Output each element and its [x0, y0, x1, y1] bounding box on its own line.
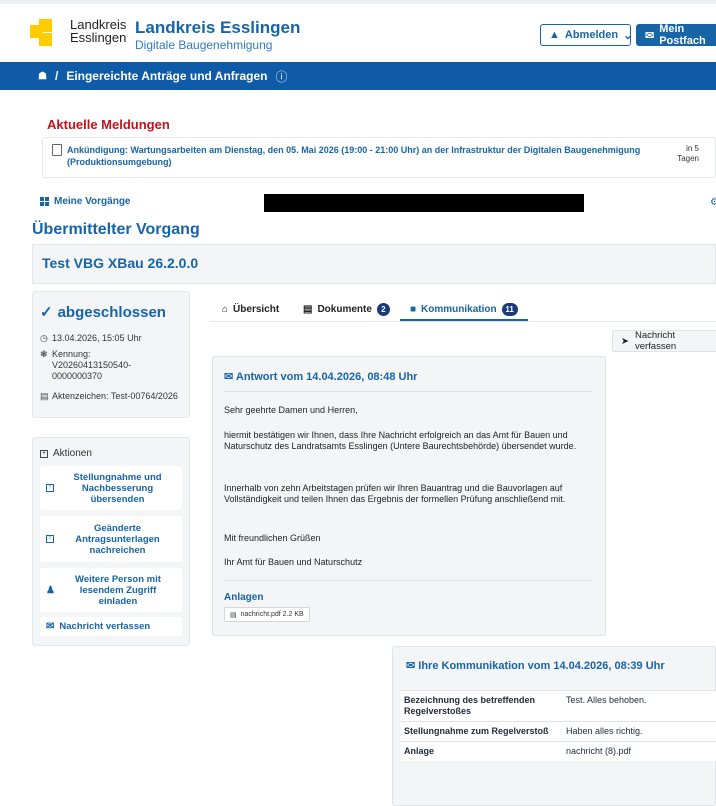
file-icon: ▤	[230, 611, 237, 619]
document-icon	[52, 144, 62, 156]
divider	[224, 580, 592, 581]
pdf-icon: ▤	[303, 303, 313, 315]
tab-overview[interactable]: ⌂ Übersicht	[222, 298, 279, 320]
mailbox-button[interactable]: ✉ Mein Postfach	[636, 23, 716, 47]
settings-icon[interactable]: ⚙	[710, 197, 716, 208]
news-item-time: in 5 Tagen	[677, 144, 699, 163]
home-icon[interactable]: ☗	[38, 71, 47, 82]
attachment-link[interactable]: ▤ nachricht.pdf 2.2 KB	[224, 607, 310, 622]
upload-icon: ↑	[46, 484, 54, 492]
invite-person-button[interactable]: ♟ Weitere Person mit lesendem Zugriff ei…	[40, 568, 182, 612]
send-icon: ➤	[621, 335, 629, 347]
count-badge: 2	[376, 302, 390, 316]
mail-open-icon: ✉	[224, 371, 234, 383]
checkmark-icon: ✓	[40, 304, 53, 321]
home-outline-icon: ⌂	[222, 303, 229, 315]
plus-square-icon: +	[40, 449, 48, 458]
chat-icon: ■	[410, 303, 417, 315]
logout-button[interactable]: ▲ Abmelden ⌄	[540, 24, 633, 46]
submission-date: ◷ 13.04.2026, 15:05 Uhr	[40, 333, 142, 343]
attachments-title: Anlagen	[224, 592, 264, 603]
tab-divider	[210, 321, 716, 322]
status-label: ✓ abgeschlossen	[40, 303, 166, 322]
message-sender: Ihr Amt für Bauen und Naturschutz	[224, 557, 363, 567]
news-item-link[interactable]: Ankündigung: Wartungsarbeiten am Diensta…	[67, 144, 667, 168]
site-subtitle: Digitale Baugenehmigung	[135, 38, 273, 52]
page-title: Übermittelter Vorgang	[32, 221, 200, 238]
fingerprint-icon: ❃	[40, 349, 48, 359]
compose-message-button[interactable]: ➤ Nachricht verfassen	[612, 330, 716, 352]
site-title[interactable]: Landkreis Esslingen	[135, 18, 300, 38]
actions-title: + Aktionen	[40, 448, 92, 459]
mail-icon: ✉	[645, 29, 655, 42]
file-reference: ▤ Aktenzeichen: Test-00764/2026	[40, 391, 178, 401]
compose-message-button[interactable]: ✉ Nachricht verfassen	[40, 617, 182, 636]
tab-communication[interactable]: ■ Kommunikation 11	[410, 298, 518, 320]
case-id: ❃ Kennung: V20260413150540-0000000370	[40, 349, 132, 381]
breadcrumb-separator: /	[54, 69, 59, 83]
tab-documents[interactable]: ▤ Dokumente 2	[303, 298, 390, 320]
table-row: Anlage nachricht (8).pdf	[400, 741, 716, 761]
case-title: Test VBG XBau 26.2.0.0	[42, 255, 199, 271]
breadcrumb-current: Eingereichte Anträge und Anfragen	[66, 69, 268, 83]
mail-icon: ✉	[46, 621, 55, 632]
message-title: ✉ Antwort vom 14.04.2026, 08:48 Uhr	[224, 371, 418, 383]
submit-statement-button[interactable]: ↑ Stellungnahme und Nachbesserung überse…	[40, 466, 182, 510]
own-message-title: ✉ Ihre Kommunikation vom 14.04.2026, 08:…	[406, 660, 665, 672]
clock-icon: ◷	[40, 333, 48, 343]
own-message-table: Bezeichnung des betreffenden Regelversto…	[400, 690, 716, 761]
breadcrumb: ☗ / Eingereichte Anträge und Anfragen ⓘ	[0, 62, 716, 90]
chevron-down-icon: ⌄	[623, 29, 633, 42]
grid-icon	[40, 197, 49, 206]
my-cases-link[interactable]: Meine Vorgänge	[40, 196, 131, 207]
mail-open-icon: ✉	[406, 660, 416, 672]
table-row: Stellungnahme zum Regelverstoß Haben all…	[400, 721, 716, 742]
user-plus-icon: ♟	[46, 584, 55, 596]
table-row: Bezeichnung des betreffenden Regelversto…	[400, 690, 716, 722]
message-paragraph: hiermit bestätigen wir Ihnen, dass Ihre …	[224, 430, 577, 451]
news-title: Aktuelle Meldungen	[47, 117, 170, 132]
active-tab-indicator	[400, 319, 528, 321]
message-greeting: Sehr geehrte Damen und Herren,	[224, 405, 358, 415]
message-paragraph: Innerhalb von zehn Arbeitstagen prüfen w…	[224, 483, 566, 504]
logo-text: Landkreis Esslingen	[70, 17, 127, 45]
help-icon[interactable]: ⓘ	[275, 68, 287, 85]
archive-icon: ▤	[40, 391, 49, 401]
redacted-bar	[264, 194, 584, 212]
landkreis-logo[interactable]	[30, 19, 60, 47]
divider	[224, 391, 592, 392]
user-icon: ▲	[549, 29, 560, 41]
upload-icon: ↑	[46, 535, 54, 543]
message-regards: Mit freundlichen Grüßen	[224, 533, 321, 543]
resubmit-documents-button[interactable]: ↑ Geänderte Antragsunterlagen nachreiche…	[40, 516, 182, 562]
count-badge: 11	[501, 302, 518, 316]
